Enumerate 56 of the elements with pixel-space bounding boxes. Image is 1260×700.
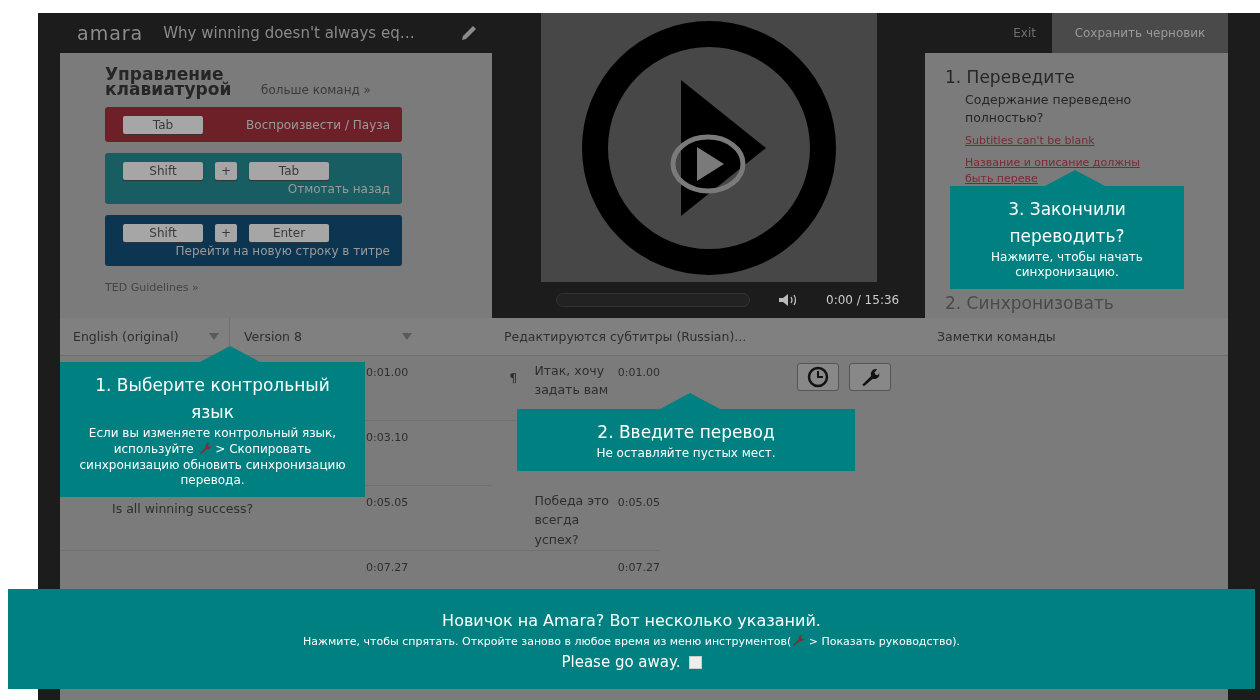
key-cap: Enter [249, 224, 329, 242]
subtitle-input[interactable]: Победа это всегда успех? [534, 491, 618, 550]
key-cap: Tab [249, 162, 329, 180]
timestamp: 0:05.05 [617, 495, 660, 509]
version-dropdown[interactable]: Version 8 [230, 318, 492, 355]
tooltip-text: Нажмите, чтобы начать синхронизацию. [990, 250, 1144, 280]
tooltip-pointer [1045, 170, 1105, 186]
error-link[interactable]: Название и описание должны быть переве [965, 155, 1160, 188]
timestamp: 0:07.27 [617, 560, 660, 574]
clock-icon [807, 366, 829, 388]
banner-title: Новичок на Amara? Вот несколько указаний. [442, 611, 821, 630]
timestamp: 0:03.10 [366, 430, 409, 444]
play-button[interactable] [670, 134, 746, 194]
tooltip-title: 2. Введите перевод [596, 421, 776, 444]
shortcut-action: Воспроизвести / Пауза [246, 118, 390, 132]
timestamp: 0:01.00 [617, 365, 660, 379]
shortcut-action: Перейти на новую строку в титре [174, 244, 390, 258]
tooltip-pointer [200, 346, 260, 362]
column-title: Редактируются субтитры (Russian)... [504, 329, 747, 344]
pencil-icon[interactable] [460, 24, 478, 42]
subtitle-input[interactable]: Итак, хочу задать вам [534, 361, 618, 400]
tooltip-title: 1. Выберите контрольный язык [94, 374, 331, 425]
save-draft-button[interactable]: Сохранить черновик [1052, 13, 1228, 53]
key-cap: Shift [123, 162, 203, 180]
clock-button[interactable] [797, 363, 839, 391]
logo[interactable]: amara [77, 22, 144, 44]
wrench-icon [859, 366, 881, 388]
tooltip-pointer [660, 393, 720, 409]
error-link[interactable]: Subtitles can't be blank [965, 133, 1160, 150]
tooltip-text: Если вы изменяете контрольный язык, используйте > Скопировать синхронизацию обновить синхронизацию перевода. [78, 426, 347, 487]
timestamp: 0:01.00 [366, 365, 409, 379]
plus-key: + [215, 162, 237, 180]
tooltip-text: Не оставляйте пустых мест. [595, 446, 777, 461]
key-cap: Shift [123, 224, 203, 242]
key-cap: Tab [123, 116, 203, 134]
guide-banner[interactable]: Новичок на Amara? Вот несколько указаний. Нажмите, чтобы спрятать. Откройте заново в любое время из меню инструментов( > Показать руководство). Please go away. [8, 589, 1255, 689]
more-commands-link[interactable]: больше команд » [261, 83, 371, 97]
time-display: 0:00 / 15:36 [826, 293, 900, 307]
tools-button[interactable] [849, 363, 891, 391]
video-title: Why winning doesn't always eq… [163, 24, 416, 42]
exit-link[interactable]: Exit [997, 26, 1052, 40]
subtitle-text: Is all winning success? [112, 501, 255, 516]
shortcut-action: Отмотать назад [286, 182, 390, 196]
volume-icon[interactable] [778, 293, 798, 307]
step-heading: 1. Переведите [945, 67, 1076, 87]
checkbox[interactable] [688, 655, 702, 669]
timestamp: 0:05.05 [366, 495, 409, 509]
tooltip-title: 3. Закончили переводить? [1007, 198, 1127, 249]
step-question: Содержание переведено полностью? [965, 91, 1133, 128]
timestamp: 0:07.27 [366, 560, 409, 574]
banner-text: Нажмите, чтобы спрятать. Откройте заново в любое время из меню инструментов( > Показать руководство). [303, 633, 960, 650]
checkbox-label: Please go away. [561, 653, 681, 671]
paragraph-mark[interactable]: ¶ [509, 370, 518, 385]
column-title: Заметки команды [937, 329, 1056, 344]
plus-key: + [215, 224, 237, 242]
panel-title: Управление клавиатурой [105, 67, 233, 97]
